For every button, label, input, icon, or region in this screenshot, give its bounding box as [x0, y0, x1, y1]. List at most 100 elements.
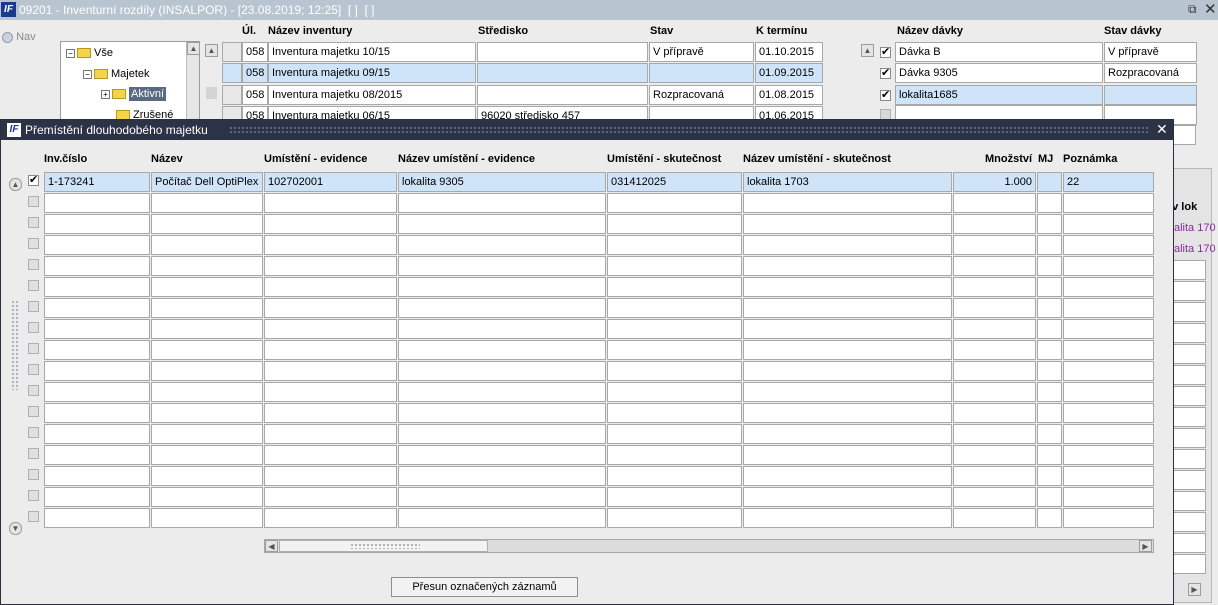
cell-quantity[interactable]	[953, 193, 1036, 213]
cell-location-actual-name[interactable]	[743, 193, 952, 213]
cell-note[interactable]	[1063, 508, 1154, 528]
batch-row-name[interactable]: lokalita1685	[895, 85, 1103, 105]
cell-unit[interactable]	[1037, 403, 1062, 423]
cell-quantity[interactable]	[953, 298, 1036, 318]
cell-asset-name[interactable]	[151, 424, 263, 444]
hscroll-thumb[interactable]	[279, 540, 488, 552]
inv-row-selector[interactable]	[222, 63, 242, 83]
cell-note[interactable]	[1063, 403, 1154, 423]
cell-location-evidence-name[interactable]	[398, 214, 606, 234]
inv-row-due[interactable]: 01.09.2015	[755, 63, 823, 83]
cell-asset-name[interactable]	[151, 508, 263, 528]
cell-location-evidence-name[interactable]	[398, 424, 606, 444]
cell-location-evidence[interactable]	[264, 403, 397, 423]
cell-unit[interactable]	[1037, 298, 1062, 318]
row-checkbox[interactable]	[28, 511, 39, 522]
cell-asset-name[interactable]	[151, 298, 263, 318]
inv-row-selector[interactable]	[222, 85, 242, 105]
cell-note[interactable]	[1063, 298, 1154, 318]
cell-unit[interactable]	[1037, 256, 1062, 276]
cell-location-evidence[interactable]	[264, 256, 397, 276]
cell-location-evidence-name[interactable]: lokalita 9305	[398, 172, 606, 192]
move-selected-button[interactable]: Přesun označených záznamů	[391, 577, 578, 597]
tree-scrollbar[interactable]: ▲	[186, 42, 199, 120]
row-checkbox[interactable]	[28, 364, 39, 375]
row-checkbox[interactable]	[28, 322, 39, 333]
cell-location-actual-name[interactable]	[743, 445, 952, 465]
cell-location-actual-name[interactable]	[743, 382, 952, 402]
dialog-scroll-grip[interactable]	[11, 300, 20, 390]
batch-row-checkbox[interactable]	[880, 45, 891, 58]
cell-location-actual-name[interactable]	[743, 403, 952, 423]
cell-quantity[interactable]: 1.000	[953, 172, 1036, 192]
cell-inv-number[interactable]	[44, 277, 150, 297]
cell-quantity[interactable]	[953, 487, 1036, 507]
cell-asset-name[interactable]	[151, 466, 263, 486]
cell-note[interactable]	[1063, 340, 1154, 360]
cell-unit[interactable]	[1037, 319, 1062, 339]
batch-scroll-up-icon[interactable]: ▲	[861, 44, 874, 57]
inventory-scroll-up-icon[interactable]: ▲	[205, 44, 218, 57]
inventory-scroll-thumb[interactable]	[206, 87, 217, 99]
cell-location-evidence[interactable]	[264, 487, 397, 507]
inv-row-state[interactable]: V přípravě	[649, 42, 754, 62]
cell-unit[interactable]	[1037, 340, 1062, 360]
right-scroll-right-icon[interactable]: ▶	[1188, 583, 1201, 596]
dialog-scroll-up-icon[interactable]: ▲	[9, 178, 22, 191]
cell-inv-number[interactable]	[44, 445, 150, 465]
cell-location-actual-name[interactable]	[743, 340, 952, 360]
inv-row-ul[interactable]: 058	[242, 42, 268, 62]
tree-node-aktivni[interactable]: + Aktivní	[101, 87, 167, 101]
hscroll-left-icon[interactable]: ◀	[265, 540, 278, 552]
cell-location-actual[interactable]	[607, 487, 742, 507]
cell-unit[interactable]	[1037, 235, 1062, 255]
cell-note[interactable]	[1063, 466, 1154, 486]
cell-unit[interactable]	[1037, 214, 1062, 234]
cell-asset-name[interactable]	[151, 403, 263, 423]
row-checkbox[interactable]	[28, 427, 39, 438]
cell-unit[interactable]	[1037, 424, 1062, 444]
row-checkbox[interactable]	[28, 406, 39, 417]
inv-row-name[interactable]: Inventura majetku 09/15	[268, 63, 476, 83]
cell-location-evidence-name[interactable]	[398, 508, 606, 528]
cell-location-evidence-name[interactable]	[398, 382, 606, 402]
cell-location-evidence-name[interactable]	[398, 466, 606, 486]
inv-row-center[interactable]	[477, 42, 648, 62]
row-checkbox[interactable]	[28, 385, 39, 396]
inv-row-ul[interactable]: 058	[242, 85, 268, 105]
collapse-icon[interactable]: −	[83, 69, 92, 79]
cell-location-actual-name[interactable]	[743, 487, 952, 507]
inv-row-due[interactable]: 01.10.2015	[755, 42, 823, 62]
row-checkbox[interactable]	[28, 448, 39, 459]
row-checkbox[interactable]	[28, 238, 39, 249]
tree-node-majetek[interactable]: − Majetek	[83, 68, 150, 80]
expand-icon[interactable]: +	[101, 89, 110, 99]
cell-asset-name[interactable]	[151, 445, 263, 465]
cell-unit[interactable]	[1037, 382, 1062, 402]
cell-note[interactable]	[1063, 361, 1154, 381]
cell-unit[interactable]	[1037, 172, 1062, 192]
inv-row-name[interactable]: Inventura majetku 10/15	[268, 42, 476, 62]
cell-location-evidence-name[interactable]	[398, 340, 606, 360]
cell-asset-name[interactable]	[151, 319, 263, 339]
cell-inv-number[interactable]	[44, 487, 150, 507]
cell-location-actual[interactable]	[607, 214, 742, 234]
cell-location-actual[interactable]	[607, 256, 742, 276]
batch-row-checkbox[interactable]	[880, 88, 891, 101]
close-window-icon[interactable]: ✕	[1204, 0, 1217, 18]
cell-inv-number[interactable]	[44, 361, 150, 381]
tree-node-root[interactable]: − Vše	[66, 47, 113, 59]
cell-asset-name[interactable]	[151, 340, 263, 360]
cell-asset-name[interactable]	[151, 361, 263, 381]
cell-location-actual-name[interactable]	[743, 214, 952, 234]
cell-asset-name[interactable]	[151, 277, 263, 297]
cell-location-actual-name[interactable]	[743, 424, 952, 444]
cell-location-actual-name[interactable]	[743, 235, 952, 255]
cell-location-actual-name[interactable]	[743, 319, 952, 339]
cell-location-evidence[interactable]	[264, 466, 397, 486]
batch-row-state[interactable]	[1104, 85, 1197, 105]
row-checkbox[interactable]	[28, 280, 39, 291]
row-checkbox[interactable]	[28, 343, 39, 354]
cell-quantity[interactable]	[953, 256, 1036, 276]
hscroll-right-icon[interactable]: ▶	[1139, 540, 1152, 552]
